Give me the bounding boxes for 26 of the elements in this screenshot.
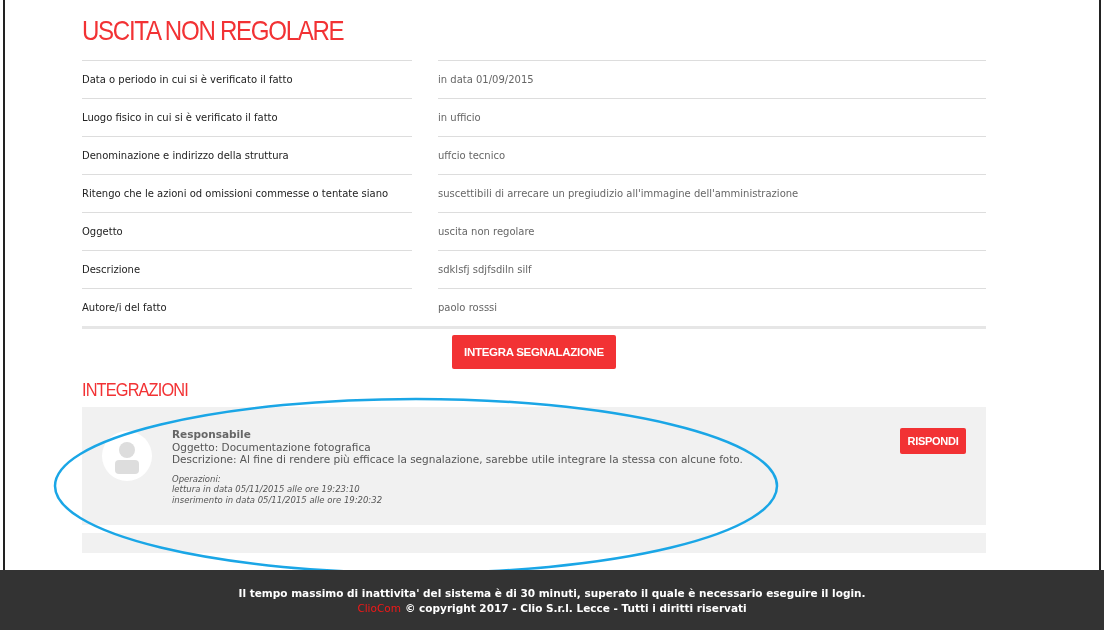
field-value: in ufficio (438, 98, 986, 136)
field-value: sdklsfj sdjfsdiln silf (438, 250, 986, 288)
field-value: uffcio tecnico (438, 136, 986, 174)
description-text: Descrizione: Al fine di rendere più efficace la segnalazione, sarebbe utile integrare la stessa con alcune foto. (172, 453, 744, 466)
avatar-icon (102, 431, 152, 481)
copyright-text: © copyright 2017 - Clio S.r.l. Lecce - Tutti i diritti riservati (404, 601, 747, 614)
page-title: USCITA NON REGOLARE (82, 14, 345, 47)
reply-button[interactable]: RISPONDI (900, 428, 966, 454)
operation-entry: inserimento in data 05/11/2015 alle ore 19:20:32 (172, 494, 384, 505)
subject-text: Oggetto: Documentazione fotografica (172, 440, 372, 453)
operations-label: Operazioni: (172, 473, 222, 484)
field-value: suscettibili di arrecare un pregiudizio all'immagine dell'amministrazione (438, 174, 986, 212)
field-value: in data 01/09/2015 (438, 60, 986, 98)
field-label: Denominazione e indirizzo della struttura (82, 136, 412, 174)
author-name: Responsabile (172, 428, 252, 441)
field-label: Oggetto (82, 212, 412, 250)
section-heading: INTEGRAZIONI (82, 379, 189, 401)
inactivity-notice: Il tempo massimo di inattivita' del sistema è di 30 minuti, superato il quale è necessario eseguire il login. (238, 586, 866, 599)
field-label: Luogo fisico in cui si è verificato il fatto (82, 98, 412, 136)
field-label: Ritengo che le azioni od omissioni commesse o tentate siano (82, 174, 412, 212)
field-label: Descrizione (82, 250, 412, 288)
brand-name: ClioCom (357, 601, 401, 614)
field-label: Data o periodo in cui si è verificato il fatto (82, 60, 412, 98)
operation-entry: lettura in data 05/11/2015 alle ore 19:23:10 (172, 484, 361, 495)
field-value: uscita non regolare (438, 212, 986, 250)
integrate-button[interactable]: INTEGRA SEGNALAZIONE (452, 335, 616, 369)
